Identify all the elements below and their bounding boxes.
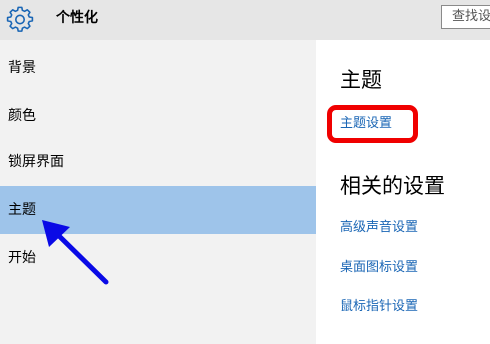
section-title-themes: 主题 [340, 68, 382, 92]
search-input[interactable]: 查找设置 [441, 5, 490, 29]
mouse-pointer-settings-link[interactable]: 鼠标指针设置 [340, 299, 418, 315]
page-title: 个性化 [56, 10, 98, 26]
sidebar-item-lock-screen[interactable]: 锁屏界面 [0, 138, 316, 186]
advanced-sound-settings-link[interactable]: 高级声音设置 [340, 220, 418, 236]
gear-icon[interactable] [6, 6, 34, 34]
arrow-icon [42, 220, 109, 285]
section-title-related-settings: 相关的设置 [340, 174, 445, 198]
sidebar: 背景 颜色 锁屏界面 主题 开始 [0, 40, 316, 344]
sidebar-item-background[interactable]: 背景 [0, 44, 316, 92]
highlight-box [327, 105, 418, 143]
desktop-icon-settings-link[interactable]: 桌面图标设置 [340, 260, 418, 276]
sidebar-item-colors[interactable]: 颜色 [0, 92, 316, 140]
title-bar: 个性化 查找设置 [0, 0, 490, 40]
